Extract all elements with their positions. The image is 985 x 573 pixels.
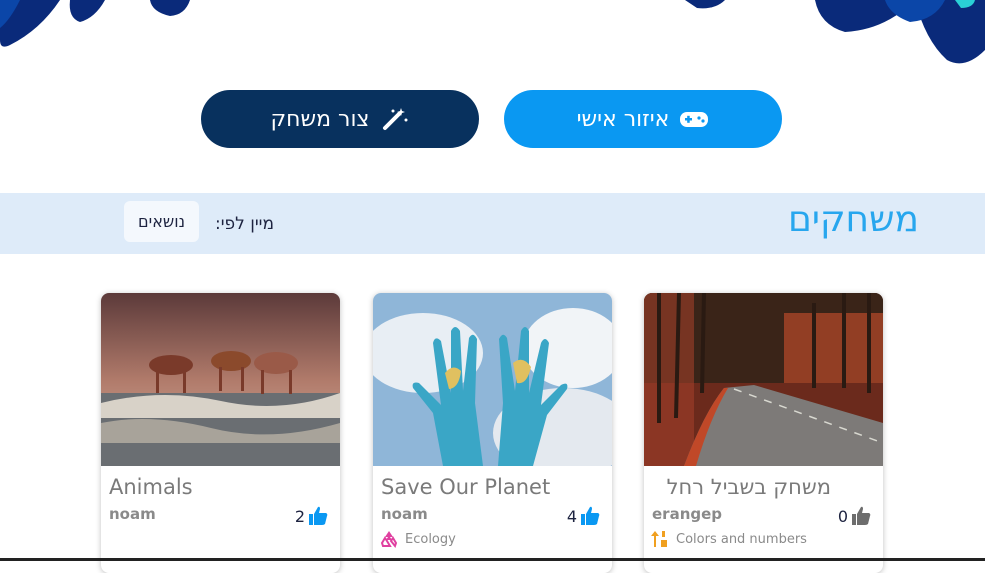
decorative-leaves-left [0, 0, 190, 47]
topic-label: Colors and numbers [676, 531, 807, 547]
card-topic: Colors and numbers [650, 529, 807, 549]
game-card-save-our-planet[interactable]: Save Our Planet noam 4 Ecology [373, 293, 612, 573]
games-title: משחקים [788, 199, 919, 240]
card-title: Save Our Planet [381, 475, 551, 499]
sort-select[interactable]: נושאים [124, 201, 199, 242]
game-image-painted-hands [373, 293, 612, 466]
thumbs-up-icon [581, 506, 600, 525]
games-header-bar: משחקים מיין לפי: נושאים [0, 193, 985, 254]
create-game-button[interactable]: צור משחק [201, 90, 479, 148]
card-title: משחק בשביל רחל [666, 475, 831, 499]
personal-area-label: איזור אישי [576, 106, 670, 132]
card-topic: Ecology [379, 529, 456, 549]
recycle-icon [380, 531, 398, 549]
game-card-animals[interactable]: Animals noam 2 [101, 293, 340, 573]
personal-area-button[interactable]: איזור אישי [504, 90, 782, 148]
card-author: noam [381, 505, 428, 523]
sort-icon [651, 531, 667, 547]
card-likes[interactable]: 2 [295, 506, 328, 526]
sort-label: מיין לפי: [215, 214, 274, 234]
card-likes[interactable]: 0 [838, 506, 871, 526]
game-image-autumn-road [644, 293, 883, 466]
card-author: noam [109, 505, 156, 523]
likes-count: 4 [566, 506, 577, 526]
thumbs-up-icon [309, 506, 328, 525]
likes-count: 2 [294, 506, 305, 526]
card-author: erangep [652, 505, 723, 523]
thumbs-up-icon [852, 506, 871, 525]
card-title: Animals [109, 475, 193, 499]
magic-wand-icon [383, 108, 408, 130]
game-image-horses [101, 293, 340, 466]
card-likes[interactable]: 4 [567, 506, 600, 526]
game-card-rachel[interactable]: משחק בשביל רחל erangep 0 Colors and numb… [644, 293, 883, 573]
create-game-label: צור משחק [270, 106, 370, 132]
likes-count: 0 [837, 506, 848, 526]
decorative-leaves-right [685, 0, 985, 64]
topic-label: Ecology [405, 531, 456, 547]
gamepad-icon [680, 112, 709, 127]
